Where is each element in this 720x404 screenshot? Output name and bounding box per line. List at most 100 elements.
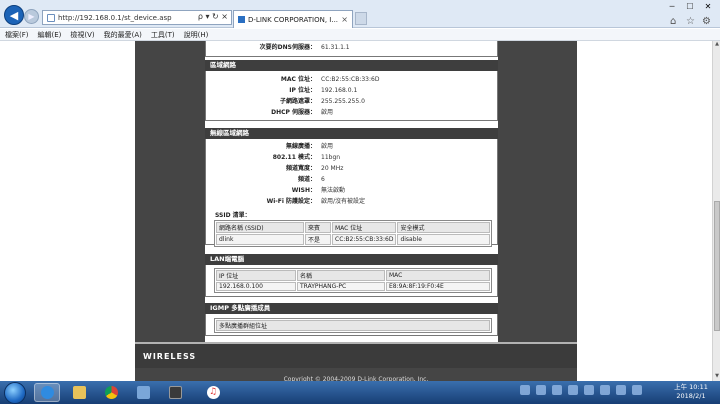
info-row: DHCP 伺服器： 啟用: [206, 108, 499, 118]
tray-network-icon[interactable]: [600, 385, 610, 395]
taskbar-explorer[interactable]: [66, 383, 92, 402]
row-value: 20 MHz: [321, 165, 344, 172]
wireless-logo: WIRELESS: [143, 352, 197, 361]
table-row: dlink 不是 CC:B2:55:CB:33:6D disable: [216, 234, 490, 245]
tray-app-icon[interactable]: [536, 385, 546, 395]
arrow-left-icon: ◀: [9, 8, 19, 22]
col-security: 安全模式: [397, 222, 490, 233]
menu-edit[interactable]: 編輯(E): [38, 30, 62, 40]
forward-button[interactable]: ▶: [24, 9, 39, 24]
row-label: 頻道：: [297, 176, 316, 183]
footer-band: WIRELESS: [135, 342, 577, 368]
scroll-down-icon[interactable]: ▼: [713, 373, 720, 381]
scrollbar-thumb[interactable]: [714, 201, 720, 331]
row-label: 802.11 模式：: [272, 154, 316, 161]
tray-volume-icon[interactable]: [616, 385, 626, 395]
scroll-up-icon[interactable]: ▲: [713, 41, 720, 49]
menu-tools[interactable]: 工具(T): [151, 30, 175, 40]
menu-view[interactable]: 檢視(V): [70, 30, 94, 40]
maximize-button[interactable]: ☐: [682, 2, 698, 14]
row-label: 頻道寬度：: [285, 165, 316, 172]
start-button[interactable]: [4, 382, 26, 404]
col-multicast-group: 多點廣播群組位址: [216, 320, 490, 331]
media-player-icon: [168, 386, 182, 399]
address-tools[interactable]: ρ ▾ ↻ ×: [198, 12, 228, 21]
taskbar-clock[interactable]: 上午 10:11 2018/2/1: [668, 383, 714, 401]
copyright-text: Copyright © 2004-2009 D-Link Corporation…: [135, 368, 577, 381]
close-window-button[interactable]: ✕: [700, 2, 716, 14]
info-row: 子網路遮罩： 255.255.255.0: [206, 97, 499, 107]
col-guest: 來賓: [305, 222, 331, 233]
info-row: IP 位址： 192.168.0.1: [206, 86, 499, 96]
favorites-star-icon[interactable]: ☆: [686, 16, 695, 27]
cell-ssid: dlink: [216, 234, 304, 245]
gear-icon[interactable]: ⚙: [702, 16, 711, 27]
minimize-button[interactable]: ─: [664, 2, 680, 14]
browser-tab[interactable]: D-LINK CORPORATION, I... ×: [233, 10, 353, 28]
browser-titlebar: ◀ ▶ http://192.168.0.1/st_device.asp ρ ▾…: [0, 0, 720, 28]
row-value: 6: [321, 176, 325, 183]
row-value: 255.255.255.0: [321, 98, 365, 105]
row-label: 次要的DNS伺服器：: [259, 44, 316, 51]
tray-app-icon[interactable]: [568, 385, 578, 395]
cell-name: TRAYPHANG-PC: [297, 282, 385, 291]
cell-ip: 192.168.0.100: [216, 282, 296, 291]
tray-flag-icon[interactable]: [632, 385, 642, 395]
row-label: 子網路遮罩：: [279, 98, 316, 105]
igmp-table: 多點廣播群組位址: [214, 318, 492, 333]
windows-taskbar: ♫ 上午 10:11 2018/2/1: [0, 381, 720, 404]
address-bar[interactable]: http://192.168.0.1/st_device.asp ρ ▾ ↻ ×: [42, 10, 232, 25]
row-value: 11bgn: [321, 154, 341, 161]
lan-section-title: 區域網路: [205, 60, 498, 71]
clock-time: 上午 10:11: [674, 383, 708, 391]
new-tab-button[interactable]: [355, 12, 367, 25]
table-header-row: IP 位址 名稱 MAC: [216, 270, 490, 281]
taskbar-chrome[interactable]: [98, 383, 124, 402]
wan-section-tail: 次要的DNS伺服器： 61.31.1.1: [205, 41, 498, 57]
address-url[interactable]: http://192.168.0.1/st_device.asp: [58, 14, 172, 22]
taskbar-media[interactable]: [162, 383, 188, 402]
igmp-section: 多點廣播群組位址: [205, 314, 498, 336]
wlan-section-title: 無線區域網路: [205, 128, 498, 139]
taskbar-network[interactable]: [130, 383, 156, 402]
right-gutter: [498, 41, 577, 381]
music-note-icon: ♫: [206, 386, 220, 399]
info-row: MAC 位址： CC:B2:55:CB:33:6D: [206, 75, 499, 85]
menu-bar: 檔案(F) 編輯(E) 檢視(V) 我的最愛(A) 工具(T) 說明(H): [0, 29, 720, 41]
ssid-list-label: SSID 清單：: [215, 212, 251, 219]
tray-app-icon[interactable]: [584, 385, 594, 395]
vertical-scrollbar[interactable]: ▲ ▼: [712, 41, 720, 381]
tray-app-icon[interactable]: [552, 385, 562, 395]
table-header-row: 網路名稱 (SSID) 來賓 MAC 位址 安全模式: [216, 222, 490, 233]
tray-keyboard-icon[interactable]: [520, 385, 530, 395]
table-row: 192.168.0.100 TRAYPHANG-PC E8:9A:8F:19:F…: [216, 282, 490, 291]
folder-icon: [72, 386, 86, 399]
menu-help[interactable]: 說明(H): [184, 30, 209, 40]
info-row: 頻道： 6: [206, 175, 499, 185]
home-icon[interactable]: ⌂: [670, 16, 676, 27]
cell-mac: E8:9A:8F:19:F0:4E: [386, 282, 490, 291]
ssid-table: 網路名稱 (SSID) 來賓 MAC 位址 安全模式 dlink 不是 CC:B…: [214, 220, 492, 247]
wlan-section: 無線廣播： 啟用 802.11 模式： 11bgn 頻道寬度： 20 MHz 頻道： 6…: [205, 139, 499, 247]
taskbar-itunes[interactable]: ♫: [200, 383, 226, 402]
menu-file[interactable]: 檔案(F): [5, 30, 29, 40]
tab-close-icon[interactable]: ×: [341, 15, 348, 24]
cell-mac: CC:B2:55:CB:33:6D: [332, 234, 397, 245]
menu-favorites[interactable]: 我的最愛(A): [104, 30, 142, 40]
lan-computers-title: LAN端電腦: [205, 254, 498, 265]
taskbar-ie[interactable]: [34, 383, 60, 402]
site-favicon-icon: [238, 16, 245, 23]
page-icon: [47, 13, 55, 22]
col-ssid: 網路名稱 (SSID): [216, 222, 304, 233]
row-label: Wi-Fi 防護設定：: [266, 198, 316, 205]
back-button[interactable]: ◀: [4, 5, 24, 25]
info-row: Wi-Fi 防護設定： 啟用/沒有被設定: [206, 197, 499, 207]
info-row: 次要的DNS伺服器： 61.31.1.1: [206, 43, 499, 53]
info-row: WISH： 無法啟動: [206, 186, 499, 196]
row-value: CC:B2:55:CB:33:6D: [321, 76, 380, 83]
clock-date: 2018/2/1: [676, 392, 706, 400]
info-row: 頻道寬度： 20 MHz: [206, 164, 499, 174]
table-header-row: 多點廣播群組位址: [216, 320, 490, 331]
col-ip: IP 位址: [216, 270, 296, 281]
row-value: 192.168.0.1: [321, 87, 358, 94]
